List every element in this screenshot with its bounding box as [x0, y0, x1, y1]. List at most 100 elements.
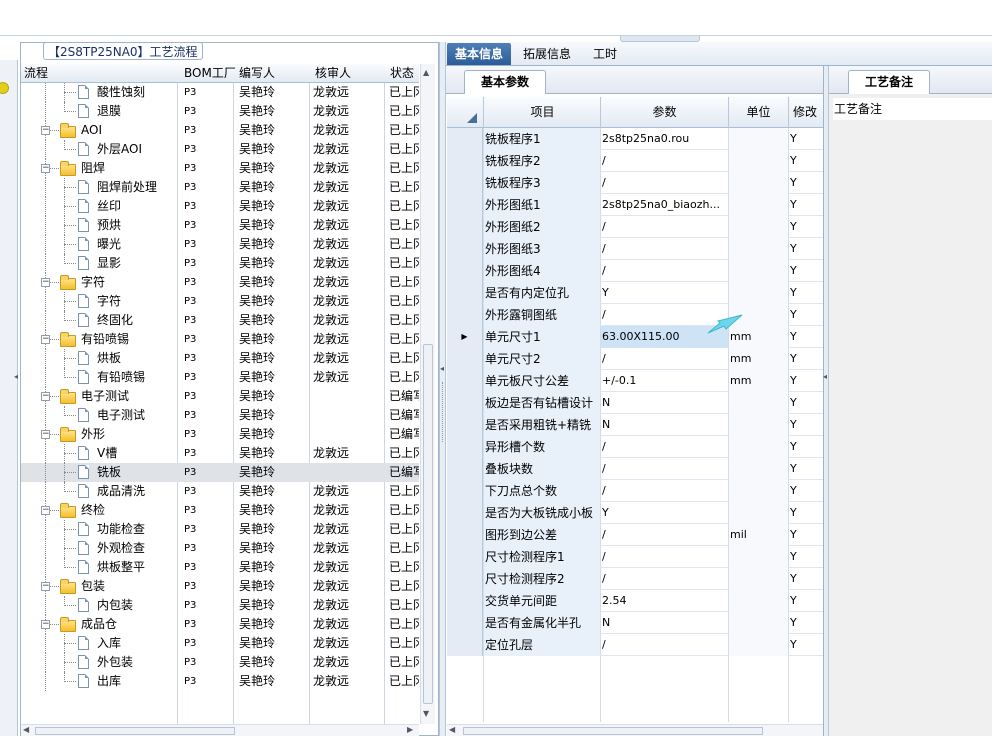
collapse-toggle-icon[interactable]: − — [41, 126, 50, 135]
collapse-toggle-icon[interactable]: − — [41, 620, 50, 629]
row-indicator[interactable] — [447, 414, 483, 436]
param-row[interactable]: 定位孔层 / Y — [447, 634, 823, 656]
param-row[interactable]: 单元板尺寸公差 +/-0.1 mm Y — [447, 370, 823, 392]
param-row[interactable]: 板边是否有钻槽设计 N Y — [447, 392, 823, 414]
param-modify[interactable]: Y — [789, 568, 823, 590]
tree-leaf-row[interactable]: 退膜 P3 吴艳玲 龙敦远 已上冈 — [21, 102, 419, 121]
tree-leaf-row[interactable]: 外观检查 P3 吴艳玲 龙敦远 已上冈 — [21, 539, 419, 558]
row-indicator[interactable] — [447, 568, 483, 590]
param-unit[interactable] — [729, 150, 788, 172]
tree-group-row[interactable]: − 包装 P3 吴艳玲 龙敦远 已上冈 — [21, 577, 419, 596]
param-row[interactable]: ▶ 单元尺寸1 63.00X115.00 mm Y — [447, 326, 823, 348]
param-modify[interactable]: Y — [789, 194, 823, 216]
tab-extended-info[interactable]: 拓展信息 — [515, 43, 579, 65]
flow-vscrollbar[interactable]: ▲ ▼ — [420, 64, 435, 724]
param-unit[interactable] — [729, 392, 788, 414]
param-modify[interactable]: Y — [789, 238, 823, 260]
row-indicator[interactable] — [447, 634, 483, 656]
col-header-unit[interactable]: 单位 — [728, 97, 788, 128]
collapse-toggle-icon[interactable]: − — [41, 392, 50, 401]
params-hscrollbar[interactable]: ◀ — [447, 724, 823, 736]
param-value[interactable]: / — [601, 260, 728, 282]
param-modify[interactable]: Y — [789, 634, 823, 656]
tree-leaf-row[interactable]: 有铅喷锡 P3 吴艳玲 龙敦远 已上冈 — [21, 368, 419, 387]
param-value[interactable]: / — [601, 458, 728, 480]
param-value[interactable]: N — [601, 414, 728, 436]
tree-leaf-row[interactable]: 显影 P3 吴艳玲 龙敦远 已上冈 — [21, 254, 419, 273]
tree-leaf-row[interactable]: 酸性蚀刻 P3 吴艳玲 龙敦远 已上冈 — [21, 83, 419, 102]
tree-leaf-row[interactable]: 电子测试 P3 吴艳玲 已编写 — [21, 406, 419, 425]
param-unit[interactable] — [729, 414, 788, 436]
param-row[interactable]: 外形露铜图纸 / Y — [447, 304, 823, 326]
param-value[interactable]: / — [601, 524, 728, 546]
tree-leaf-row[interactable]: 终固化 P3 吴艳玲 龙敦远 已上冈 — [21, 311, 419, 330]
row-indicator[interactable] — [447, 150, 483, 172]
param-row[interactable]: 是否有内定位孔 Y Y — [447, 282, 823, 304]
row-indicator[interactable] — [447, 370, 483, 392]
param-unit[interactable] — [729, 458, 788, 480]
row-indicator[interactable] — [447, 502, 483, 524]
col-header-reviewer[interactable]: 核审人 — [315, 64, 381, 83]
param-row[interactable]: 外形图纸1 2s8tp25na0_biaozh... Y — [447, 194, 823, 216]
param-value[interactable]: / — [601, 436, 728, 458]
param-value[interactable]: / — [601, 150, 728, 172]
collapse-toggle-icon[interactable]: − — [41, 582, 50, 591]
param-value[interactable]: / — [601, 216, 728, 238]
param-row[interactable]: 尺寸检测程序2/ Y — [447, 568, 823, 590]
col-header-writer[interactable]: 编写人 — [239, 64, 309, 83]
tree-leaf-row[interactable]: 外包装 P3 吴艳玲 龙敦远 已上冈 — [21, 653, 419, 672]
param-row[interactable]: 图形到边公差 / mil Y — [447, 524, 823, 546]
col-header-bom[interactable]: BOM工厂 — [184, 64, 239, 83]
tree-leaf-row[interactable]: 预烘 P3 吴艳玲 龙敦远 已上冈 — [21, 216, 419, 235]
param-modify[interactable]: Y — [789, 546, 823, 568]
row-indicator[interactable] — [447, 172, 483, 194]
row-indicator[interactable] — [447, 348, 483, 370]
row-indicator[interactable] — [447, 590, 483, 612]
param-modify[interactable]: Y — [789, 150, 823, 172]
param-value[interactable]: / — [601, 172, 728, 194]
param-row[interactable]: 铣板程序1 2s8tp25na0.rou Y — [447, 128, 823, 150]
tree-group-row[interactable]: − AOI P3 吴艳玲 龙敦远 已上冈 — [21, 121, 419, 140]
param-modify[interactable]: Y — [789, 392, 823, 414]
tree-leaf-row[interactable]: 铣板 P3 吴艳玲 已编写 — [21, 463, 419, 482]
row-indicator[interactable] — [447, 194, 483, 216]
param-row[interactable]: 是否采用粗铣+精铣 N Y — [447, 414, 823, 436]
param-unit[interactable] — [729, 216, 788, 238]
param-modify[interactable]: Y — [789, 480, 823, 502]
param-unit[interactable] — [729, 282, 788, 304]
param-row[interactable]: 铣板程序2/ Y — [447, 150, 823, 172]
param-modify[interactable]: Y — [789, 590, 823, 612]
col-header-flow[interactable]: 流程 — [24, 64, 174, 83]
param-value[interactable]: / — [601, 238, 728, 260]
row-indicator[interactable] — [447, 260, 483, 282]
tab-basic-params[interactable]: 基本参数 — [464, 70, 546, 94]
param-unit[interactable]: mil — [729, 524, 788, 546]
row-indicator[interactable] — [447, 546, 483, 568]
tree-group-row[interactable]: − 字符 P3 吴艳玲 龙敦远 已上冈 — [21, 273, 419, 292]
param-value[interactable]: +/-0.1 — [601, 370, 728, 392]
param-row[interactable]: 是否有金属化半孔 N Y — [447, 612, 823, 634]
param-unit[interactable] — [729, 436, 788, 458]
tree-leaf-row[interactable]: 烘板 P3 吴艳玲 龙敦远 已上冈 — [21, 349, 419, 368]
param-modify[interactable]: Y — [789, 370, 823, 392]
row-indicator[interactable] — [447, 282, 483, 304]
tree-leaf-row[interactable]: 外层AOI P3 吴艳玲 龙敦远 已上冈 — [21, 140, 419, 159]
param-row[interactable]: 是否为大板铣成小板 Y Y — [447, 502, 823, 524]
collapse-toggle-icon[interactable]: − — [41, 506, 50, 515]
row-indicator[interactable] — [447, 392, 483, 414]
param-modify[interactable]: Y — [789, 304, 823, 326]
param-modify[interactable]: Y — [789, 524, 823, 546]
tree-leaf-row[interactable]: 内包装 P3 吴艳玲 龙敦远 已上冈 — [21, 596, 419, 615]
param-value[interactable]: Y — [601, 282, 728, 304]
collapse-toggle-icon[interactable]: − — [41, 335, 50, 344]
param-unit[interactable] — [729, 238, 788, 260]
param-row[interactable]: 外形图纸3/ Y — [447, 238, 823, 260]
param-modify[interactable]: Y — [789, 326, 823, 348]
param-modify[interactable]: Y — [789, 172, 823, 194]
param-modify[interactable]: Y — [789, 282, 823, 304]
param-modify[interactable]: Y — [789, 216, 823, 238]
param-value[interactable]: N — [601, 612, 728, 634]
param-row[interactable]: 单元尺寸2/mm Y — [447, 348, 823, 370]
tab-work-hours[interactable]: 工时 — [585, 43, 625, 65]
param-value[interactable]: N — [601, 392, 728, 414]
